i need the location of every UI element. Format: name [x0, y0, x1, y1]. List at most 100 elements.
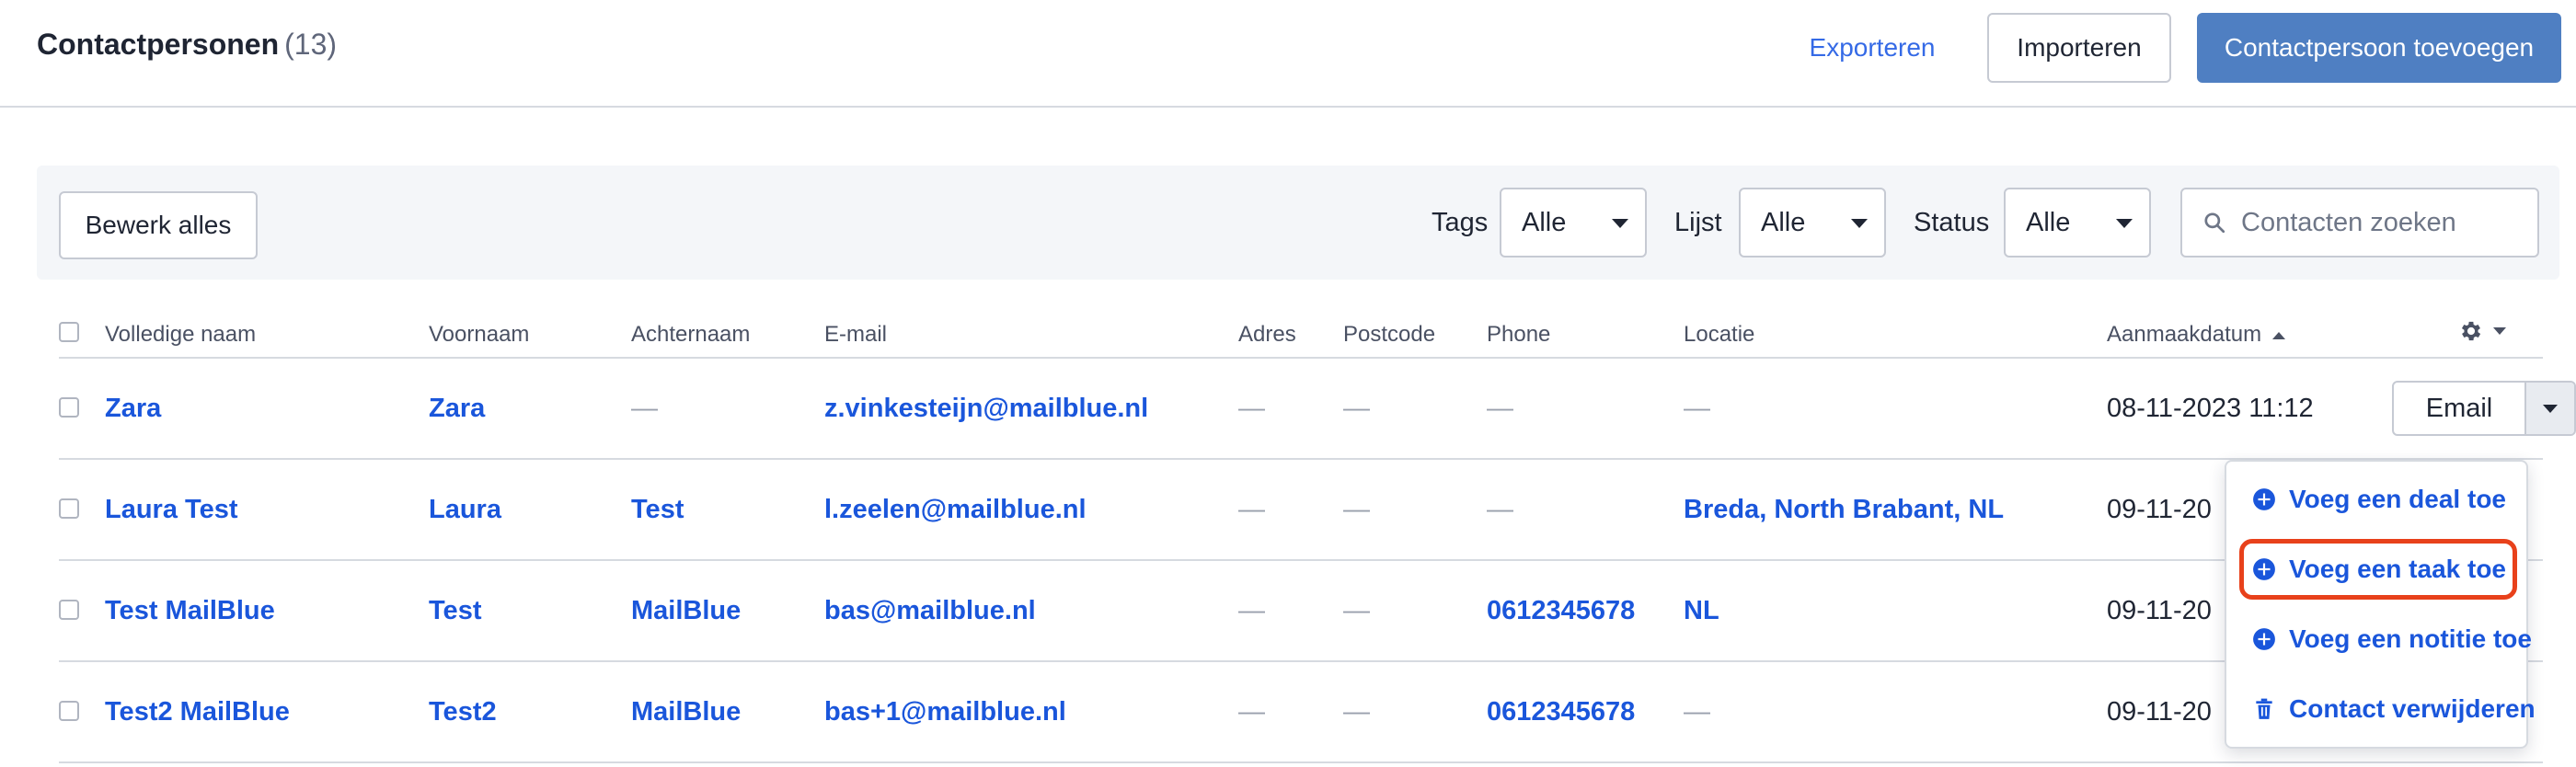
- chevron-down-icon: [1612, 219, 1628, 228]
- column-header-phone[interactable]: Phone: [1487, 322, 1550, 348]
- export-button[interactable]: Exporteren: [1794, 13, 1950, 83]
- contact-full-name-link[interactable]: Laura Test: [105, 495, 238, 525]
- menu-item-label: Voeg een notitie toe: [2289, 624, 2532, 653]
- status-filter-label: Status: [1914, 208, 1990, 237]
- contact-full-name-link[interactable]: Zara: [105, 394, 161, 424]
- contact-location: —: [1684, 697, 1710, 727]
- contact-last-name: —: [631, 394, 658, 423]
- menu-item-add-note[interactable]: Voeg een notitie toe: [2239, 609, 2532, 670]
- contact-full-name-link[interactable]: Test MailBlue: [105, 596, 275, 626]
- contact-address: —: [1238, 394, 1265, 423]
- contact-first-name[interactable]: Test2: [429, 697, 497, 727]
- add-contact-button[interactable]: Contactpersoon toevoegen: [2197, 13, 2561, 83]
- contact-address: —: [1238, 596, 1265, 625]
- status-filter-select[interactable]: Alle: [2004, 188, 2151, 258]
- contact-search[interactable]: [2180, 188, 2539, 258]
- contacts-page: Contactpersonen (13) Exporteren Importere…: [0, 0, 2576, 767]
- contact-location[interactable]: NL: [1684, 596, 1719, 626]
- page-title: Contactpersonen (13): [37, 28, 337, 62]
- contact-full-name-link[interactable]: Test2 MailBlue: [105, 697, 290, 727]
- row-action-split-button: Email: [2392, 381, 2576, 436]
- menu-item-label: Contact verwijderen: [2289, 694, 2536, 723]
- search-input[interactable]: [2241, 207, 2526, 238]
- contact-count: (13): [284, 28, 338, 61]
- table-header: Volledige naam Voornaam Achternaam E-mai…: [59, 309, 2543, 359]
- column-header-postcode[interactable]: Postcode: [1343, 322, 1435, 348]
- plus-circle-icon: [2253, 628, 2275, 650]
- contact-postcode: —: [1343, 697, 1370, 727]
- list-filter-select[interactable]: Alle: [1739, 188, 1886, 258]
- trash-icon: [2256, 698, 2272, 719]
- plus-circle-icon: [2253, 558, 2275, 580]
- list-filter-value: Alle: [1761, 207, 1806, 237]
- contact-email-link[interactable]: bas@mailblue.nl: [824, 596, 1036, 626]
- contact-last-name[interactable]: MailBlue: [631, 697, 741, 727]
- contact-created-date: 09-11-20: [2107, 495, 2212, 524]
- row-checkbox[interactable]: [59, 701, 79, 721]
- menu-item-add-task[interactable]: Voeg een taak toe: [2239, 539, 2517, 600]
- column-header-full-name[interactable]: Volledige naam: [105, 322, 256, 348]
- import-button[interactable]: Importeren: [1987, 13, 2171, 83]
- contact-phone: —: [1487, 394, 1513, 423]
- column-header-first-name[interactable]: Voornaam: [429, 322, 529, 348]
- row-checkbox[interactable]: [59, 600, 79, 620]
- page-title-text: Contactpersonen: [37, 28, 280, 61]
- contact-first-name[interactable]: Test: [429, 596, 481, 626]
- gear-icon: [2461, 321, 2481, 341]
- tags-filter-label: Tags: [1432, 208, 1489, 237]
- contact-last-name[interactable]: Test: [631, 495, 684, 525]
- column-header-last-name[interactable]: Achternaam: [631, 322, 750, 348]
- menu-item-add-deal[interactable]: Voeg een deal toe: [2239, 469, 2517, 530]
- select-all-checkbox[interactable]: [59, 322, 79, 342]
- contact-location[interactable]: Breda, North Brabant, NL: [1684, 495, 2004, 525]
- contact-phone[interactable]: 0612345678: [1487, 596, 1635, 626]
- contact-first-name[interactable]: Laura: [429, 495, 501, 525]
- row-actions-menu: Voeg een deal toe Voeg een taak toe Voeg…: [2225, 460, 2536, 749]
- contact-email-link[interactable]: bas+1@mailblue.nl: [824, 697, 1066, 727]
- list-filter-label: Lijst: [1674, 208, 1722, 237]
- contact-address: —: [1238, 495, 1265, 524]
- bulk-edit-button[interactable]: Bewerk alles: [59, 191, 258, 259]
- contact-created-date: 08-11-2023 11:12: [2107, 394, 2314, 423]
- menu-item-label: Voeg een taak toe: [2289, 555, 2507, 583]
- contact-first-name[interactable]: Zara: [429, 394, 485, 424]
- menu-item-delete-contact[interactable]: Contact verwijderen: [2239, 679, 2536, 739]
- column-header-created[interactable]: Aanmaakdatum: [2107, 322, 2286, 348]
- column-header-location[interactable]: Locatie: [1684, 322, 1754, 348]
- contact-last-name[interactable]: MailBlue: [631, 596, 741, 626]
- column-header-email[interactable]: E-mail: [824, 322, 887, 348]
- contact-postcode: —: [1343, 596, 1370, 625]
- contact-created-date: 09-11-20: [2107, 697, 2212, 727]
- plus-circle-icon: [2253, 488, 2275, 510]
- chevron-down-icon: [1851, 219, 1868, 228]
- contact-postcode: —: [1343, 495, 1370, 524]
- column-header-created-label: Aanmaakdatum: [2107, 322, 2262, 347]
- contact-postcode: —: [1343, 394, 1370, 423]
- contact-address: —: [1238, 697, 1265, 727]
- chevron-down-icon: [2493, 327, 2506, 335]
- contact-phone[interactable]: 0612345678: [1487, 697, 1635, 727]
- tags-filter-value: Alle: [1522, 207, 1567, 237]
- page-header: Contactpersonen (13) Exporteren Importere…: [0, 0, 2576, 108]
- column-header-address[interactable]: Adres: [1238, 322, 1296, 348]
- menu-item-label: Voeg een deal toe: [2289, 485, 2506, 513]
- row-checkbox[interactable]: [59, 397, 79, 418]
- status-filter-value: Alle: [2026, 207, 2071, 237]
- tags-filter-select[interactable]: Alle: [1500, 188, 1647, 258]
- table-row: Test2 MailBlue Test2 MailBlue bas+1@mail…: [59, 662, 2543, 763]
- contact-email-link[interactable]: z.vinkesteijn@mailblue.nl: [824, 394, 1148, 424]
- chevron-down-icon: [2543, 404, 2558, 413]
- table-row: Laura Test Laura Test l.zeelen@mailblue.…: [59, 460, 2543, 561]
- email-button[interactable]: Email: [2394, 383, 2526, 434]
- contact-created-date: 09-11-20: [2107, 596, 2212, 625]
- contact-location: —: [1684, 394, 1710, 423]
- table-row: Test MailBlue Test MailBlue bas@mailblue…: [59, 561, 2543, 662]
- column-settings-button[interactable]: [2458, 318, 2506, 344]
- table-row: Zara Zara — z.vinkesteijn@mailblue.nl — …: [59, 359, 2576, 460]
- contact-email-link[interactable]: l.zeelen@mailblue.nl: [824, 495, 1087, 525]
- row-checkbox[interactable]: [59, 498, 79, 519]
- chevron-down-icon: [2116, 219, 2133, 228]
- row-actions-toggle[interactable]: [2526, 383, 2574, 434]
- sort-ascending-icon: [2272, 331, 2286, 339]
- contact-phone: —: [1487, 495, 1513, 524]
